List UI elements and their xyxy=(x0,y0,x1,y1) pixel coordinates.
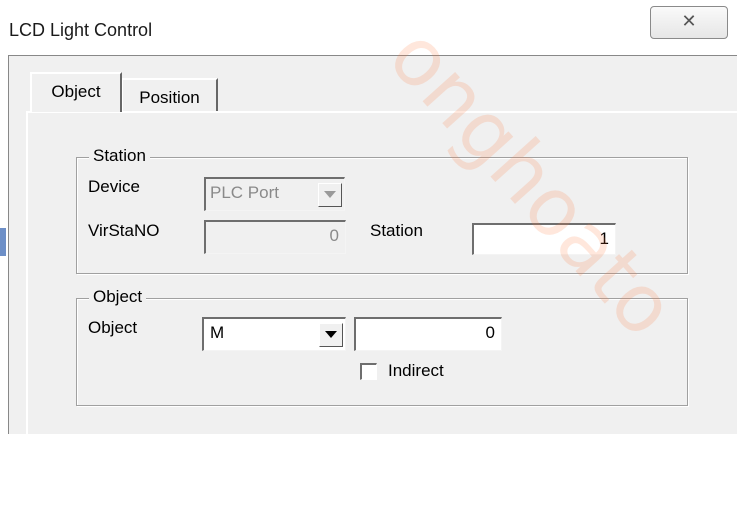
dialog-window: LCD Light Control ✕ Object Position Stat… xyxy=(0,0,737,434)
object-type-value: M xyxy=(210,323,225,342)
left-edge-accent xyxy=(0,228,6,256)
indirect-checkbox[interactable] xyxy=(360,363,377,380)
device-label: Device xyxy=(88,177,140,196)
object-label: Object xyxy=(88,318,138,337)
chevron-down-icon xyxy=(325,331,337,338)
device-select[interactable]: PLC Port xyxy=(204,177,345,211)
window-title: LCD Light Control xyxy=(9,20,153,40)
device-dropdown-button[interactable] xyxy=(318,183,342,207)
virstano-value: 0 xyxy=(329,226,339,245)
object-group: Object xyxy=(76,287,688,406)
station-group: Station xyxy=(76,146,688,274)
object-address-value: 0 xyxy=(485,323,495,342)
chevron-down-icon xyxy=(324,191,336,198)
object-address-input[interactable]: 0 xyxy=(354,317,502,351)
tab-object-label: Object xyxy=(51,82,101,101)
tab-object[interactable]: Object xyxy=(30,72,122,112)
close-icon: ✕ xyxy=(681,11,697,32)
device-select-value: PLC Port xyxy=(210,183,279,202)
tab-position-label: Position xyxy=(139,88,200,107)
object-group-legend: Object xyxy=(89,287,147,307)
object-type-dropdown-button[interactable] xyxy=(319,323,343,347)
indirect-label: Indirect xyxy=(388,361,444,380)
tab-position[interactable]: Position xyxy=(122,78,218,114)
close-button[interactable]: ✕ xyxy=(650,6,728,39)
virstano-input[interactable]: 0 xyxy=(204,220,346,254)
station-group-legend: Station xyxy=(89,146,150,166)
station-value: 1 xyxy=(599,229,609,248)
object-type-select[interactable]: M xyxy=(202,317,346,351)
station-label: Station xyxy=(370,221,423,240)
station-input[interactable]: 1 xyxy=(472,223,616,255)
tab-page-object: Station Device PLC Port VirStaNO 0 Stati… xyxy=(26,111,737,434)
virstano-label: VirStaNO xyxy=(88,221,160,240)
